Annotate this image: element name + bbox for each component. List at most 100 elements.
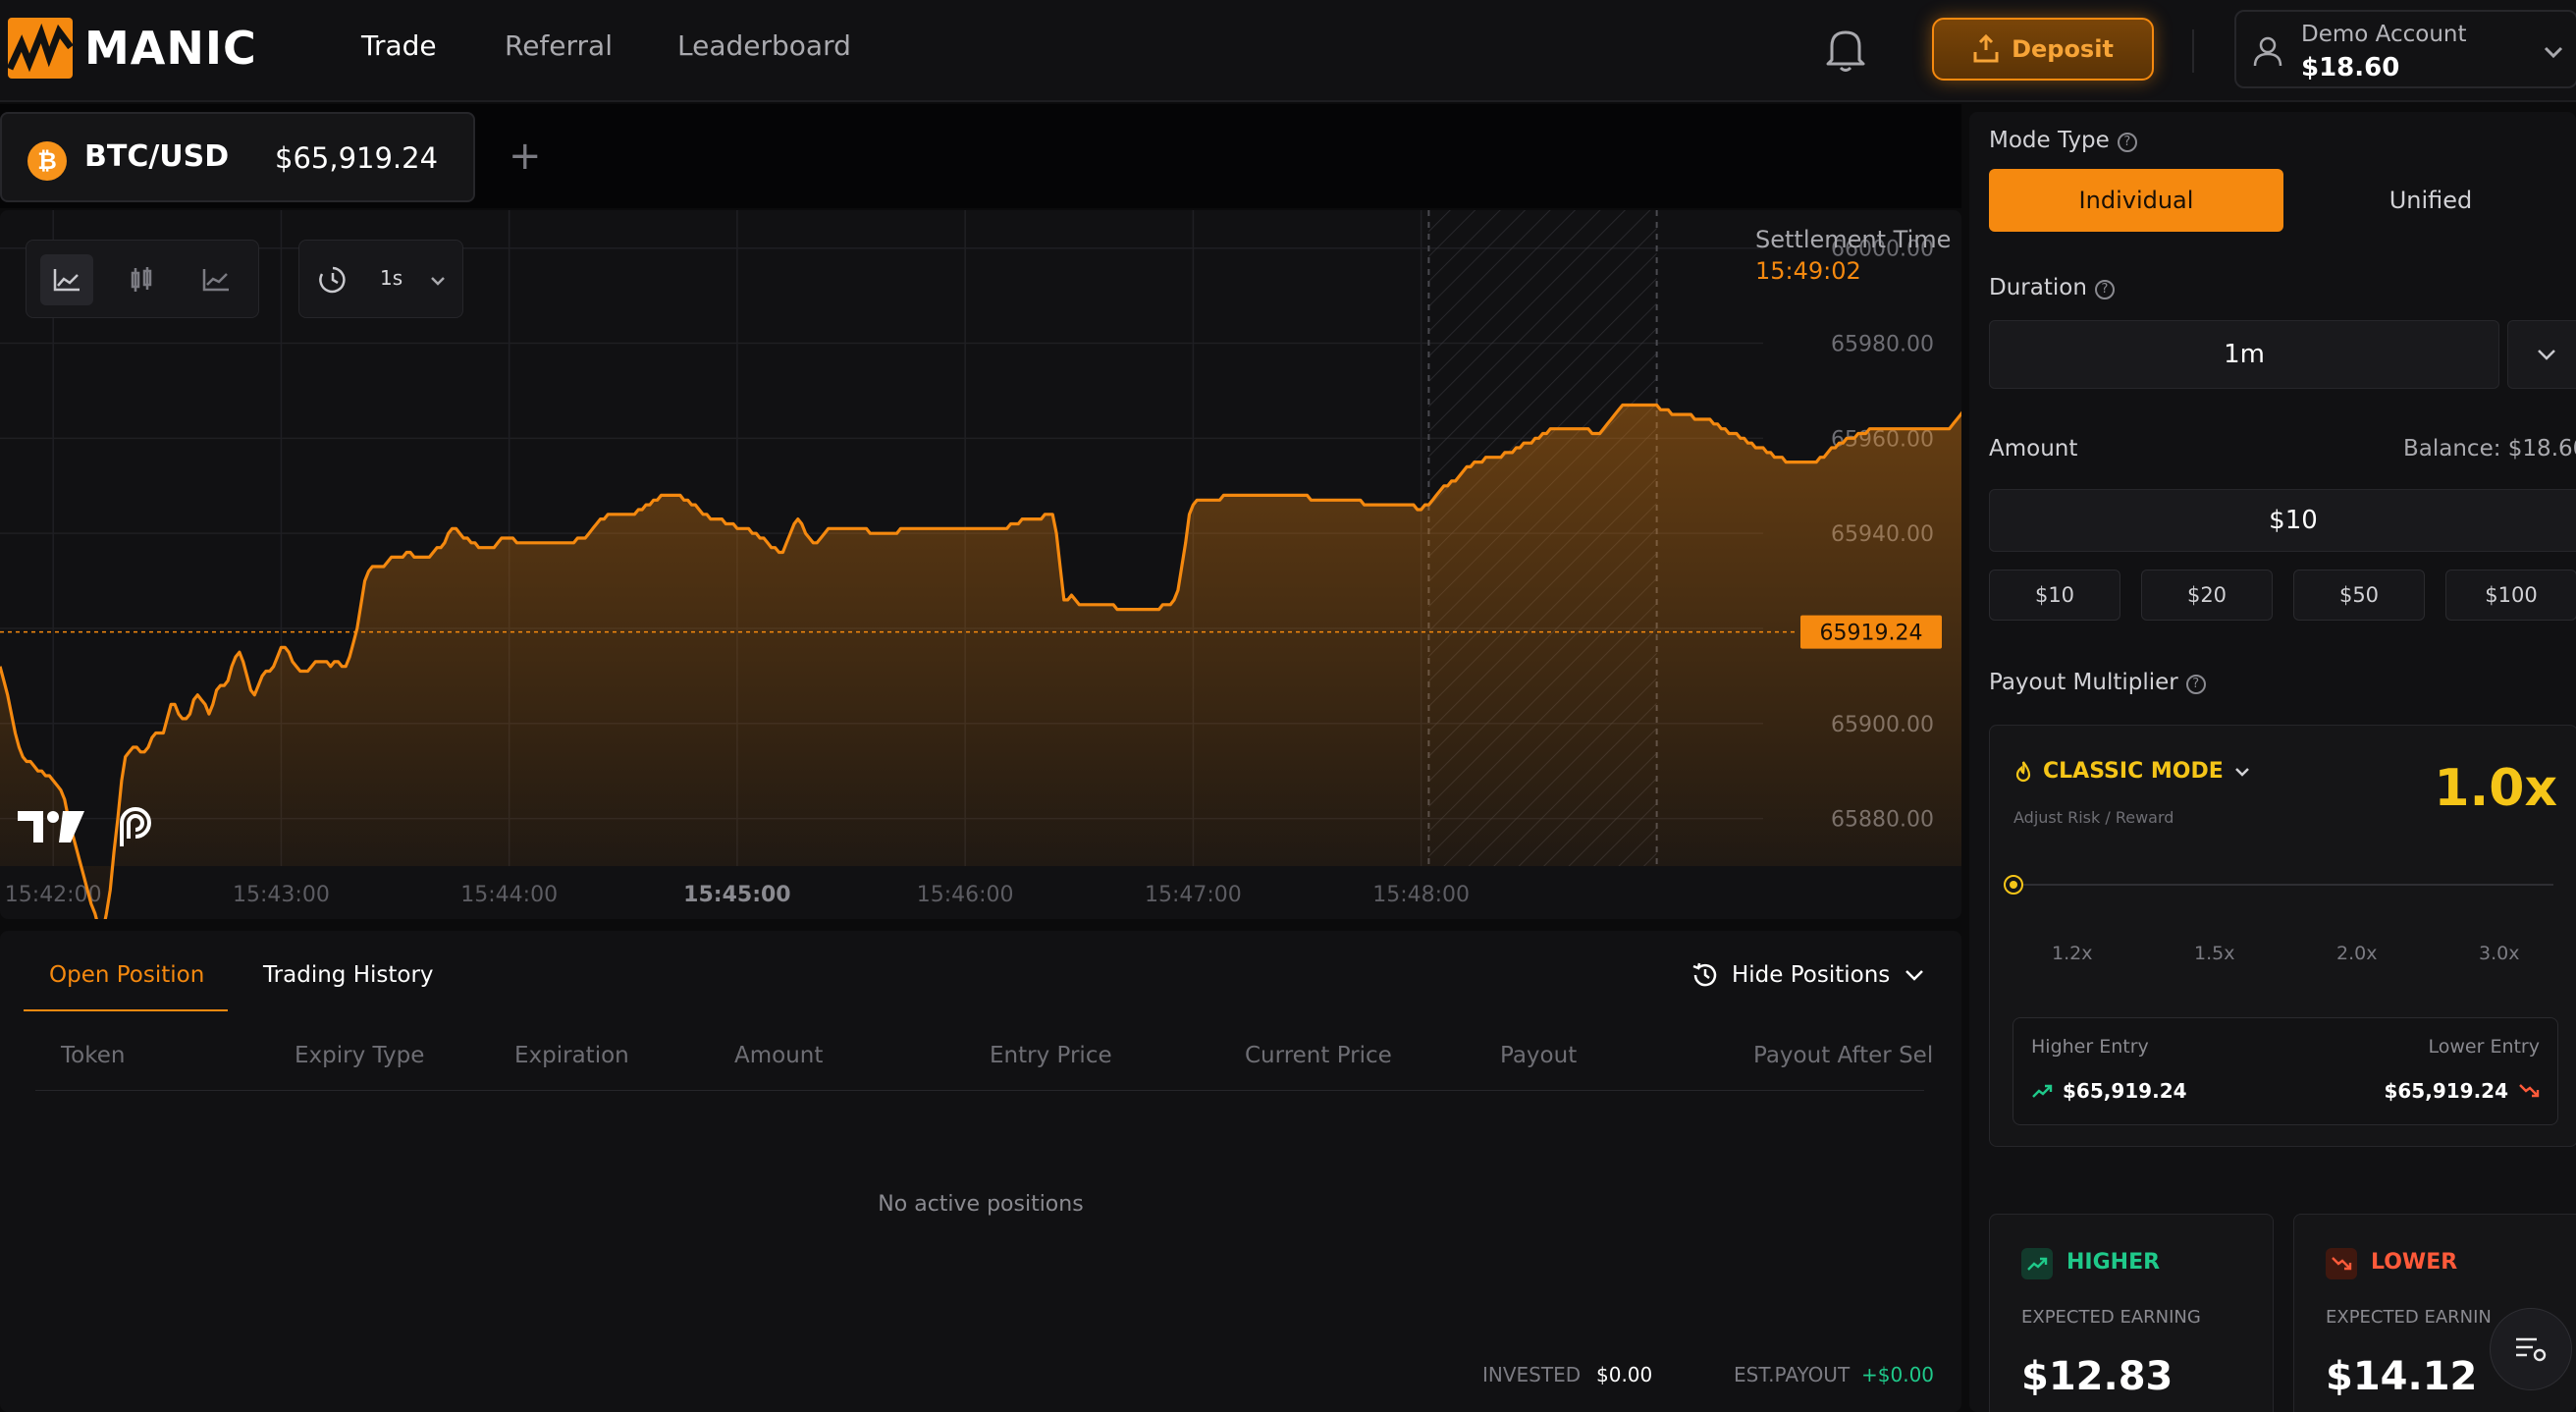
mode-unified-button[interactable]: Unified: [2283, 169, 2576, 232]
col-payout-after-sell[interactable]: Payout After Sel: [1753, 1043, 1940, 1068]
interval-dropdown[interactable]: 1s: [298, 240, 463, 318]
active-tab-underline: [24, 1009, 228, 1011]
help-icon[interactable]: ?: [2117, 133, 2137, 152]
x-tick-label: 15:47:00: [1145, 883, 1242, 907]
tradingview-logo-icon: [18, 811, 84, 842]
account-balance: $18.60: [2301, 53, 2400, 82]
quick-amount-50[interactable]: $50: [2293, 570, 2425, 621]
amount-input[interactable]: $10: [1989, 489, 2576, 552]
app: MANIC Trade Referral Leaderboard Deposit…: [0, 0, 2576, 1412]
col-entry-price[interactable]: Entry Price: [990, 1043, 1112, 1068]
est-payout-value: +$0.00: [1861, 1363, 1935, 1386]
higher-expected-label: EXPECTED EARNING: [2021, 1307, 2201, 1328]
lower-expected-value: $14.12: [2326, 1354, 2478, 1399]
chevron-down-icon: [1905, 970, 1924, 981]
timer-icon: [319, 266, 346, 294]
tab-trading-history[interactable]: Trading History: [263, 962, 434, 988]
bitcoin-icon: ₿: [27, 141, 67, 181]
settlement-time-label: Settlement Time: [1755, 226, 1952, 253]
invested-label: INVESTED: [1482, 1363, 1582, 1386]
account-name: Demo Account: [2301, 22, 2467, 47]
pyth-logo-icon: [120, 807, 151, 846]
col-expiry-type[interactable]: Expiry Type: [295, 1043, 424, 1068]
chart-canvas[interactable]: 66000.0065980.0065960.0065940.0065920.00…: [0, 210, 1961, 919]
higher-expected-value: $12.83: [2021, 1354, 2174, 1399]
help-icon[interactable]: ?: [2185, 675, 2206, 694]
ticker-tab-bar: ₿ BTC/USD $65,919.24 +: [0, 104, 1961, 208]
multiplier-tick[interactable]: 3.0x: [2479, 943, 2519, 964]
notification-bell-icon[interactable]: [1824, 27, 1867, 74]
x-tick-label: 15:46:00: [917, 883, 1014, 907]
chart-type-toolbar: [26, 240, 259, 318]
multiplier-value: 1.0x: [2434, 759, 2557, 818]
account-dropdown[interactable]: Demo Account $18.60: [2234, 10, 2576, 88]
flame-icon: [2015, 760, 2031, 782]
trade-panel: Mode Type? Individual Unified Duration? …: [1969, 112, 2576, 1412]
trend-down-icon: [2326, 1248, 2357, 1279]
invested-value: $0.00: [1596, 1363, 1653, 1386]
multiplier-tick[interactable]: 1.5x: [2194, 943, 2234, 964]
classic-mode-dropdown[interactable]: CLASSIC MODE: [2013, 759, 2251, 784]
col-current-price[interactable]: Current Price: [1245, 1043, 1392, 1068]
classic-mode-label: CLASSIC MODE: [2043, 759, 2224, 784]
deposit-button[interactable]: Deposit: [1932, 18, 2154, 81]
nav-leaderboard[interactable]: Leaderboard: [677, 29, 851, 62]
line-chart-icon[interactable]: [189, 254, 242, 305]
lower-entry-value: $65,919.24: [2384, 1079, 2508, 1103]
higher-button[interactable]: HIGHER EXPECTED EARNING $12.83: [1989, 1214, 2274, 1412]
header-divider: [2192, 29, 2194, 73]
empty-positions-message: No active positions: [878, 1192, 1084, 1217]
trend-up-icon: [2032, 1084, 2053, 1098]
ticker-tab-btc-usd[interactable]: ₿ BTC/USD $65,919.24: [0, 112, 475, 202]
manic-logo-icon[interactable]: [8, 18, 73, 79]
nav-referral[interactable]: Referral: [505, 29, 613, 62]
history-icon: [1692, 962, 1717, 987]
candlestick-icon[interactable]: [115, 254, 168, 305]
positions-panel: Open Position Trading History Hide Posit…: [0, 931, 1961, 1412]
tab-open-position[interactable]: Open Position: [49, 962, 204, 988]
higher-entry: $65,919.24: [2031, 1079, 2187, 1103]
quick-amount-20[interactable]: $20: [2141, 570, 2273, 621]
add-tab-plus-icon[interactable]: +: [509, 134, 542, 179]
entry-price-box: Higher Entry $65,919.24 Lower Entry $65,…: [2012, 1017, 2558, 1125]
higher-entry-value: $65,919.24: [2063, 1079, 2187, 1103]
higher-title: HIGHER: [2066, 1250, 2161, 1275]
col-amount[interactable]: Amount: [734, 1043, 823, 1068]
trend-down-icon: [2519, 1084, 2540, 1098]
mode-individual-button[interactable]: Individual: [1989, 169, 2283, 232]
quick-amount-100[interactable]: $100: [2445, 570, 2576, 621]
deposit-icon: [1973, 34, 1999, 63]
brand-name[interactable]: MANIC: [84, 22, 257, 75]
lower-title: LOWER: [2371, 1250, 2458, 1275]
price-area-fill: [0, 405, 1961, 919]
x-tick-label: 15:44:00: [460, 883, 558, 907]
chevron-down-icon: [2544, 46, 2563, 59]
hide-positions-dropdown[interactable]: Hide Positions: [1690, 960, 1927, 990]
x-tick-label: 15:45:00: [683, 883, 790, 907]
chevron-down-icon: [2538, 350, 2555, 360]
duration-dropdown-button[interactable]: [2507, 320, 2576, 389]
user-icon: [2253, 36, 2282, 67]
deposit-label: Deposit: [2012, 35, 2114, 63]
duration-select[interactable]: 1m: [1989, 320, 2499, 389]
chevron-down-icon: [431, 277, 445, 286]
multiplier-tick[interactable]: 2.0x: [2336, 943, 2377, 964]
nav-trade[interactable]: Trade: [361, 29, 437, 62]
higher-entry-label: Higher Entry: [2031, 1036, 2149, 1058]
multiplier-slider-track[interactable]: [2013, 884, 2553, 886]
settings-fab[interactable]: [2490, 1308, 2572, 1390]
amount-label: Amount: [1989, 436, 2078, 462]
balance-text: Balance: $18.60: [2403, 436, 2576, 462]
col-expiration[interactable]: Expiration: [514, 1043, 629, 1068]
col-payout[interactable]: Payout: [1500, 1043, 1577, 1068]
quick-amount-10[interactable]: $10: [1989, 570, 2120, 621]
price-chart[interactable]: 66000.0065980.0065960.0065940.0065920.00…: [0, 210, 1961, 919]
area-chart-icon[interactable]: [40, 254, 93, 305]
list-settings-icon: [2516, 1337, 2547, 1362]
multiplier-tick[interactable]: 1.2x: [2052, 943, 2092, 964]
mode-type-label: Mode Type?: [1989, 128, 2137, 153]
multiplier-slider-handle[interactable]: [2004, 875, 2023, 895]
col-token[interactable]: Token: [61, 1043, 125, 1068]
chevron-down-icon: [2234, 767, 2249, 777]
help-icon[interactable]: ?: [2094, 280, 2115, 299]
